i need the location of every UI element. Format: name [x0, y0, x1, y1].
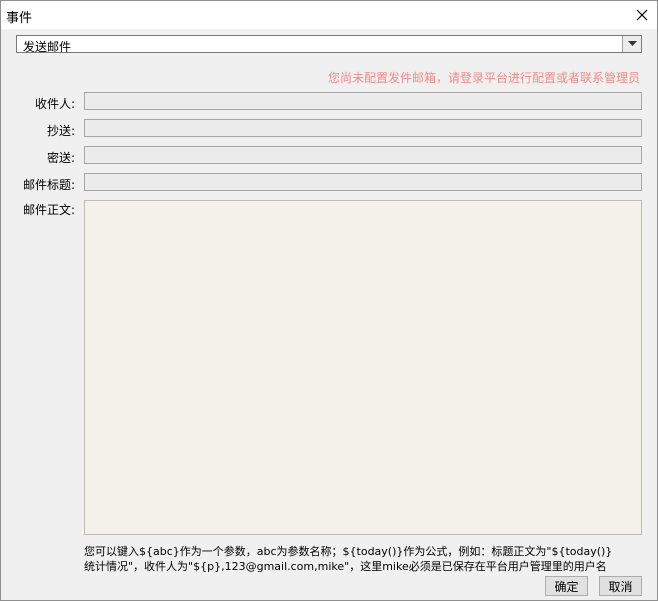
bcc-field[interactable] [84, 146, 642, 164]
body-label: 邮件正文: [22, 203, 75, 217]
to-label: 收件人: [34, 97, 75, 111]
window-title: 事件 [6, 11, 33, 26]
chevron-down-icon [627, 41, 637, 46]
action-type-value: 发送邮件 [23, 40, 72, 54]
ok-button[interactable]: 确定 [545, 576, 588, 596]
cancel-button[interactable]: 取消 [599, 576, 642, 596]
close-button[interactable] [627, 1, 657, 29]
bcc-label: 密送: [46, 151, 75, 165]
subject-label: 邮件标题: [22, 178, 75, 192]
parameter-hint: 您可以键入${abc}作为一个参数，abc为参数名称；${today()}作为公… [84, 544, 644, 574]
body-textarea[interactable] [84, 200, 642, 535]
to-field[interactable] [84, 92, 642, 110]
close-icon [636, 9, 648, 21]
hint-line-1: 您可以键入${abc}作为一个参数，abc为参数名称；${today()}作为公… [84, 545, 613, 558]
cc-label: 抄送: [46, 124, 75, 138]
hint-line-2: 统计情况"，收件人为"${p},123@gmail.com,mike"，这里mi… [84, 560, 607, 573]
action-type-select[interactable]: 发送邮件 [16, 35, 642, 54]
event-dialog: 事件 发送邮件 您尚未配置发件邮箱，请登录平台进行配置或者联系管理员 收件人: … [0, 0, 658, 601]
mail-config-warning: 您尚未配置发件邮箱，请登录平台进行配置或者联系管理员 [327, 71, 640, 85]
subject-field[interactable] [84, 173, 642, 191]
dropdown-button[interactable] [622, 36, 641, 52]
title-bar: 事件 [1, 1, 657, 29]
cc-field[interactable] [84, 119, 642, 137]
